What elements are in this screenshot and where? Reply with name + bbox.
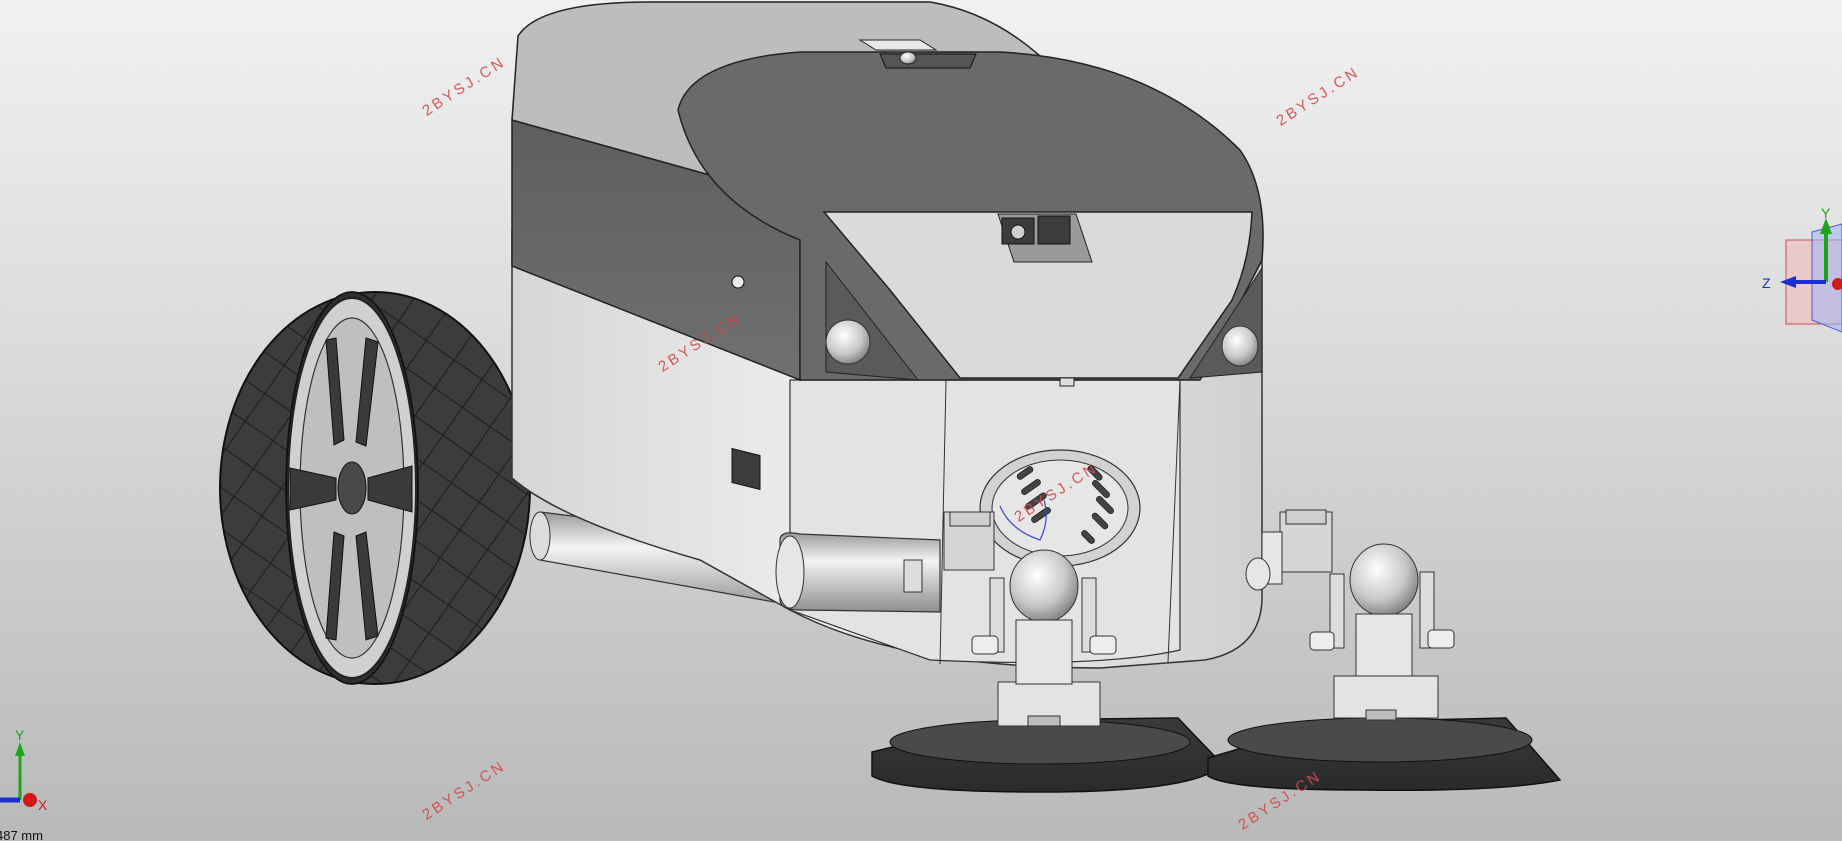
origin-triad-y-label: Y	[15, 727, 25, 743]
front-tube	[775, 532, 941, 613]
origin-triad-x-label: X	[38, 797, 48, 813]
view-triad-z-label: Z	[1762, 275, 1771, 291]
cad-3d-viewport[interactable]: Y Z Y X 2BYSJ.CN 2BYSJ.CN 2BYSJ.CN 2BYSJ…	[0, 0, 1842, 841]
scale-readout: 487 mm	[0, 828, 43, 841]
view-orientation-triad[interactable]: Y Z	[1762, 205, 1842, 333]
model-render[interactable]: Y Z Y X	[0, 0, 1842, 841]
fan-grille	[979, 449, 1141, 567]
view-triad-y-label: Y	[1821, 205, 1831, 221]
drive-wheel[interactable]	[219, 291, 531, 685]
origin-triad: Y X	[0, 727, 48, 813]
